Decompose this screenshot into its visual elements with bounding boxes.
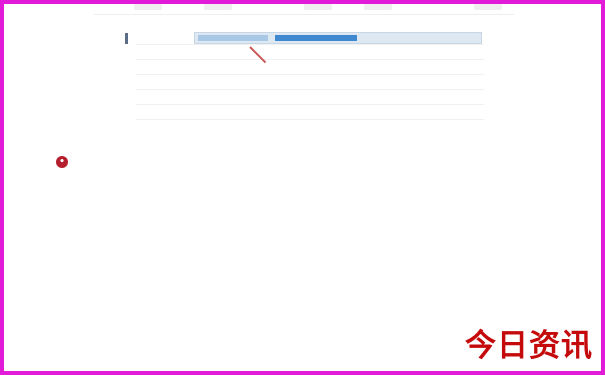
text-selection-highlight xyxy=(275,35,357,41)
settings-row[interactable] xyxy=(122,45,484,60)
toolbar-item[interactable] xyxy=(364,4,392,10)
active-text-field[interactable] xyxy=(194,32,482,44)
settings-table xyxy=(122,30,484,120)
toolbar-item[interactable] xyxy=(204,4,232,10)
text-selection-highlight xyxy=(198,35,268,41)
settings-row[interactable] xyxy=(122,90,484,105)
row-marker xyxy=(125,33,128,44)
toolbar-item[interactable] xyxy=(134,4,162,10)
settings-row[interactable] xyxy=(122,30,484,45)
settings-row[interactable] xyxy=(122,75,484,90)
toolbar-item[interactable] xyxy=(304,4,332,10)
watermark-logo: 今日资讯 xyxy=(465,328,593,364)
row-divider xyxy=(136,119,484,120)
step-bullet-icon: • xyxy=(56,156,68,168)
top-toolbar-strip xyxy=(94,4,514,15)
settings-row[interactable] xyxy=(122,60,484,75)
settings-row[interactable] xyxy=(122,105,484,120)
toolbar-item[interactable] xyxy=(474,4,502,10)
